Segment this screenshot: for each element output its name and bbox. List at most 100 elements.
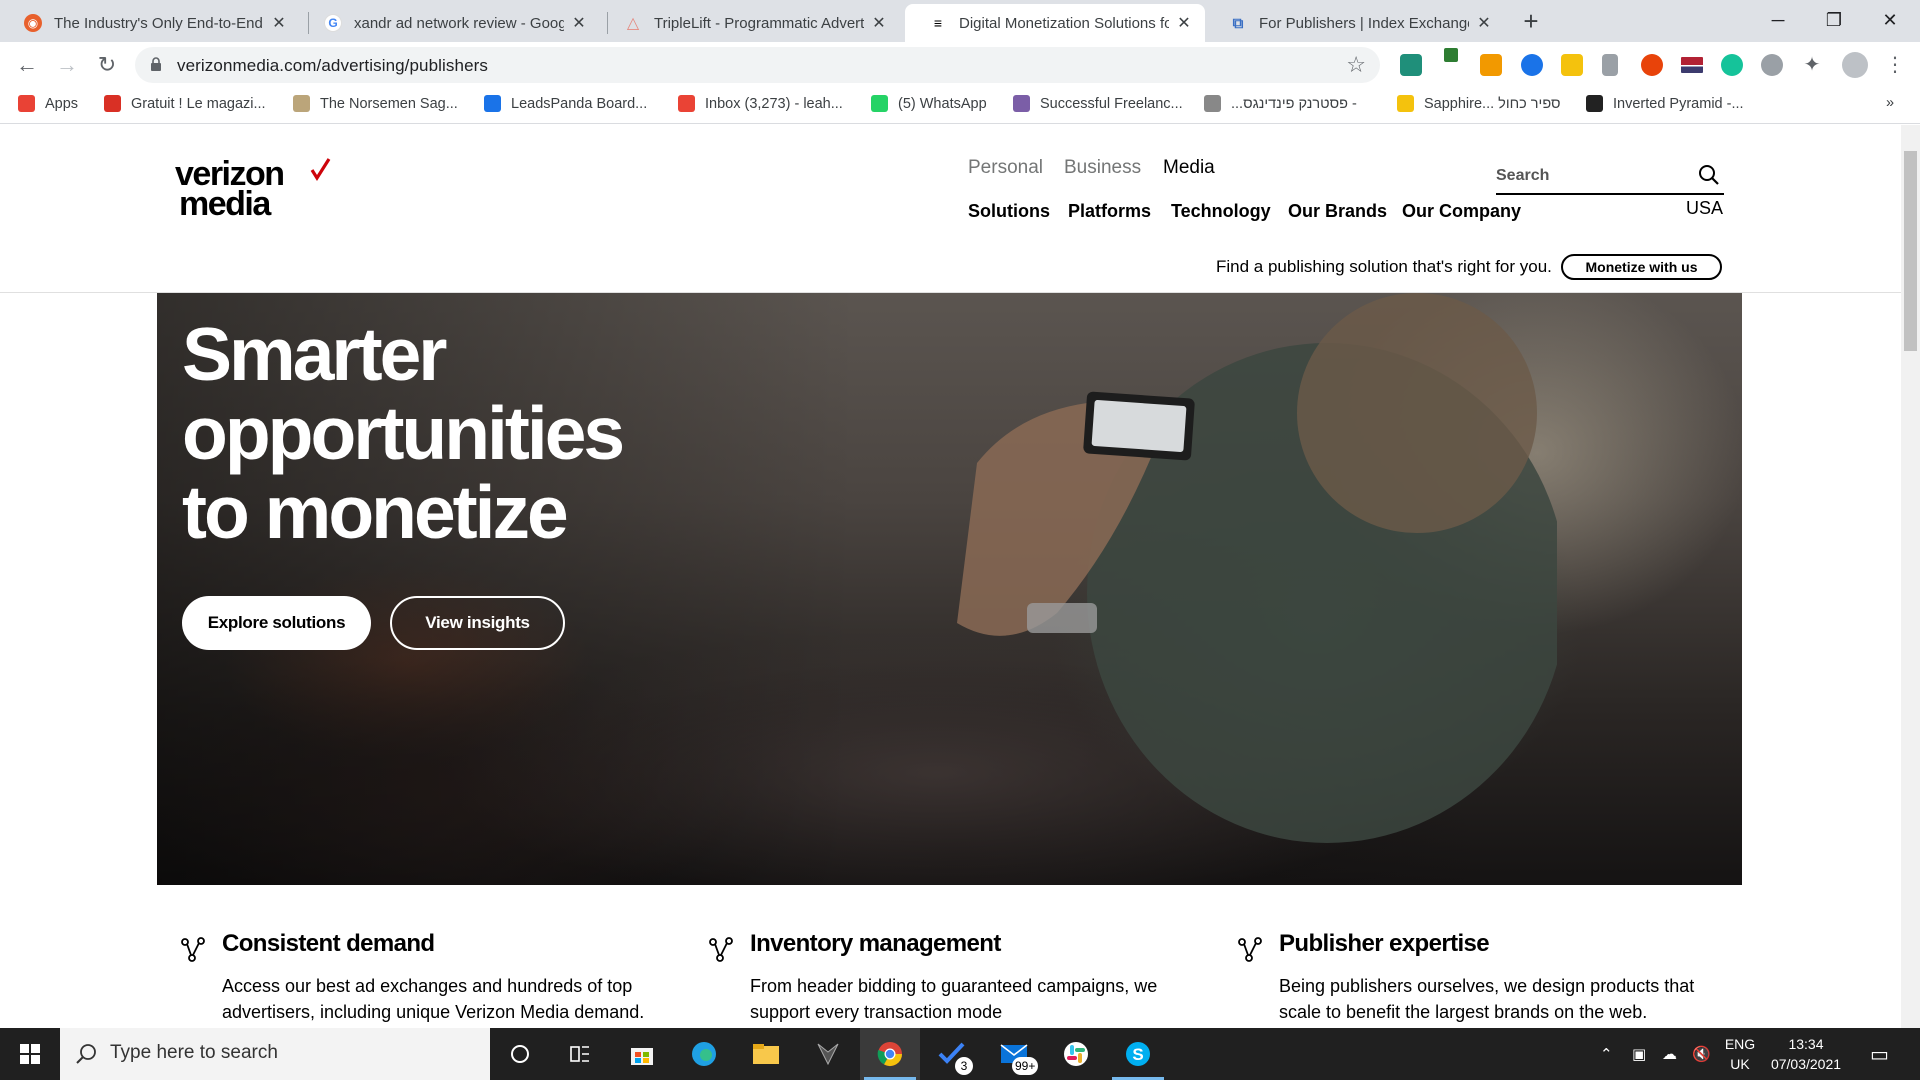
bookmark-item[interactable]: Gratuit ! Le magazi...	[104, 95, 266, 112]
restore-window-button[interactable]: ❐	[1806, 0, 1862, 40]
extensions-puzzle-icon[interactable]: ✦	[1801, 54, 1823, 76]
bookmark-item[interactable]: (5) WhatsApp	[871, 95, 987, 112]
tray-show-hidden-icon[interactable]: ⌃	[1600, 1028, 1613, 1080]
tray-volume-muted-icon[interactable]: 🔇	[1692, 1028, 1711, 1080]
bookmark-item[interactable]: LeadsPanda Board...	[484, 95, 647, 112]
tray-tablet-icon[interactable]: ▣	[1632, 1028, 1646, 1080]
grammarly-icon[interactable]	[1721, 54, 1743, 76]
hero-title: Smarter opportunities to monetize	[182, 315, 742, 552]
nav-platforms[interactable]: Platforms	[1068, 201, 1151, 222]
url-text[interactable]: verizonmedia.com/advertising/publishers	[177, 56, 488, 76]
bookmark-item[interactable]: Apps	[18, 95, 78, 112]
view-insights-button[interactable]: View insights	[390, 596, 565, 650]
close-tab-icon[interactable]: ✕	[570, 14, 588, 32]
nav-solutions[interactable]: Solutions	[968, 201, 1050, 222]
todo-badge: 3	[955, 1057, 973, 1075]
taskbar-chrome[interactable]	[860, 1028, 920, 1080]
address-bar[interactable]: verizonmedia.com/advertising/publishers …	[135, 47, 1380, 83]
explore-solutions-button[interactable]: Explore solutions	[182, 596, 371, 650]
nav-our-brands[interactable]: Our Brands	[1288, 201, 1387, 222]
region-selector[interactable]: USA	[1686, 198, 1723, 219]
search-icon[interactable]	[1698, 164, 1720, 186]
tray-onedrive-icon[interactable]: ☁	[1662, 1028, 1677, 1080]
tray-language[interactable]: ENG UK	[1722, 1034, 1758, 1074]
page-scrollbar[interactable]	[1901, 125, 1920, 1028]
close-window-button[interactable]: ✕	[1862, 0, 1918, 40]
reload-button[interactable]: ↻	[92, 50, 122, 80]
extension-plus-icon[interactable]	[1444, 48, 1458, 62]
taskbar-todo[interactable]: 3	[922, 1028, 982, 1080]
taskbar-file-explorer[interactable]	[736, 1028, 796, 1080]
index-exchange-icon: ⧉	[1232, 14, 1244, 32]
bookmark-red-icon	[104, 95, 121, 112]
network-nodes-icon	[1238, 937, 1262, 962]
topnav-media[interactable]: Media	[1163, 157, 1215, 179]
bookmark-item[interactable]: ...פסטרנק פינדינגס -	[1204, 95, 1357, 112]
bookmark-label: Apps	[45, 95, 79, 112]
feature-text: From header bidding to guaranteed campai…	[750, 976, 1158, 1022]
google-icon: G	[324, 14, 342, 32]
verizon-media-logo[interactable]: verizon media	[175, 157, 331, 227]
extension-edit-icon[interactable]	[1400, 54, 1422, 76]
tab-5[interactable]: ⧉ For Publishers | Index Exchange ✕	[1205, 4, 1505, 42]
extension-blue-circle-icon[interactable]	[1521, 54, 1543, 76]
cortana-button[interactable]	[490, 1028, 550, 1080]
close-tab-icon[interactable]: ✕	[1475, 14, 1493, 32]
close-tab-icon[interactable]: ✕	[1175, 14, 1193, 32]
bookmark-label: Successful Freelanc...	[1040, 95, 1183, 112]
new-tab-button[interactable]: +	[1516, 6, 1546, 36]
bookmark-item[interactable]: Inbox (3,273) - leah...	[678, 95, 843, 112]
taskbar-skype[interactable]: S	[1108, 1028, 1168, 1080]
taskbar-predator-app[interactable]	[798, 1028, 858, 1080]
apps-grid-icon	[18, 95, 35, 112]
extension-gray-circle-icon[interactable]	[1761, 54, 1783, 76]
topnav-business[interactable]: Business	[1064, 157, 1141, 179]
tab-3[interactable]: △ TripleLift - Programmatic Adverti ✕	[600, 4, 900, 42]
hero-banner: Smarter opportunities to monetize Explor…	[157, 293, 1742, 885]
taskbar-store[interactable]	[612, 1028, 672, 1080]
bookmark-star-icon[interactable]: ☆	[1346, 52, 1366, 78]
feature-text: Access our best ad exchanges and hundred…	[222, 976, 645, 1022]
scrollbar-thumb[interactable]	[1904, 151, 1917, 351]
close-tab-icon[interactable]: ✕	[870, 14, 888, 32]
taskbar-edge[interactable]	[674, 1028, 734, 1080]
goodreads-icon	[293, 95, 310, 112]
topnav-personal[interactable]: Personal	[968, 157, 1043, 179]
monetize-with-us-button[interactable]: Monetize with us	[1561, 254, 1722, 280]
minimize-window-button[interactable]: ─	[1750, 0, 1806, 40]
nav-our-company[interactable]: Our Company	[1402, 201, 1521, 222]
tab-4-active[interactable]: ≡ Digital Monetization Solutions fo ✕	[905, 4, 1205, 42]
tab-strip: ◉ The Industry's Only End-to-End I ✕ G x…	[0, 0, 1920, 42]
taskbar-mail[interactable]: 99+	[984, 1028, 1044, 1080]
taskbar-search-placeholder: Type here to search	[110, 1042, 278, 1063]
close-tab-icon[interactable]: ✕	[270, 14, 288, 32]
action-center-icon[interactable]: ▭	[1870, 1028, 1889, 1080]
taskbar-search-box[interactable]: Type here to search	[60, 1028, 490, 1080]
bookmark-item[interactable]: Successful Freelanc...	[1013, 95, 1183, 112]
tab-1[interactable]: ◉ The Industry's Only End-to-End I ✕	[0, 4, 300, 42]
extension-orange-icon[interactable]	[1641, 54, 1663, 76]
back-button[interactable]: ←	[12, 50, 42, 80]
feature-title: Consistent demand	[222, 930, 435, 957]
bookmark-item[interactable]: The Norsemen Sag...	[293, 95, 458, 112]
gmail-icon	[678, 95, 695, 112]
taskbar-slack[interactable]	[1046, 1028, 1106, 1080]
extension-yellow-icon[interactable]	[1561, 54, 1583, 76]
hero-title-line: to monetize	[182, 470, 569, 554]
bookmark-item[interactable]: Sapphire... ספיר כחול	[1397, 95, 1561, 112]
windows-start-button[interactable]	[0, 1028, 60, 1080]
tray-clock[interactable]: 13:34 07/03/2021	[1766, 1034, 1846, 1074]
bookmarks-overflow-icon[interactable]: »	[1886, 95, 1894, 111]
extension-doc-icon[interactable]	[1602, 54, 1618, 76]
extension-flag-icon[interactable]	[1681, 57, 1703, 73]
forward-button[interactable]: →	[52, 50, 82, 80]
bookmark-gray-icon	[1204, 95, 1221, 112]
profile-avatar-icon[interactable]	[1842, 52, 1868, 78]
tab-2[interactable]: G xandr ad network review - Googl ✕	[300, 4, 600, 42]
extension-bag-icon[interactable]	[1480, 54, 1502, 76]
search-input[interactable]	[1496, 161, 1686, 191]
browser-menu-icon[interactable]: ⋮	[1885, 54, 1905, 76]
task-view-button[interactable]	[550, 1028, 610, 1080]
bookmark-item[interactable]: Inverted Pyramid -...	[1586, 95, 1744, 112]
nav-technology[interactable]: Technology	[1171, 201, 1271, 222]
